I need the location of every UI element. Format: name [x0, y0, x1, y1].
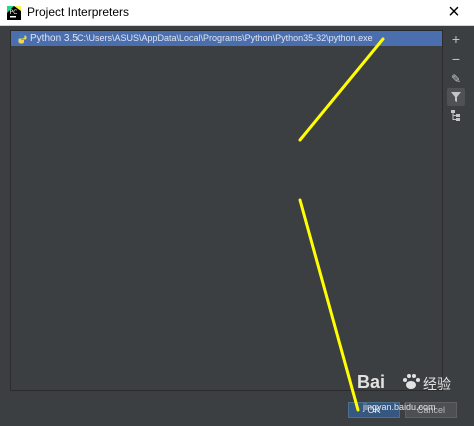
minus-icon: −	[451, 51, 461, 67]
interpreter-name: Python 3.5	[30, 33, 78, 44]
interpreter-list[interactable]: Python 3.5 C:\Users\ASUS\AppData\Local\P…	[10, 30, 443, 391]
edit-interpreter-button[interactable]: ✎	[447, 70, 465, 88]
interpreter-path: C:\Users\ASUS\AppData\Local\Programs\Pyt…	[77, 33, 373, 43]
close-button[interactable]: ×	[444, 2, 464, 22]
remove-interpreter-button[interactable]: −	[447, 50, 465, 68]
interpreter-toolbar: + − ✎	[446, 30, 466, 130]
title-bar: PC Project Interpreters ×	[0, 0, 474, 26]
close-icon: ×	[448, 1, 460, 23]
watermark-brand: Bai	[357, 372, 386, 392]
plus-icon: +	[451, 31, 461, 47]
python-icon	[16, 33, 27, 44]
filter-button[interactable]	[447, 88, 465, 106]
pencil-icon: ✎	[450, 72, 462, 86]
watermark-url: jingyan.baidu.com	[363, 402, 436, 412]
filter-icon	[451, 92, 461, 102]
tree-icon	[451, 110, 460, 121]
show-paths-button[interactable]	[447, 106, 465, 124]
paw-icon	[401, 372, 421, 397]
add-interpreter-button[interactable]: +	[447, 30, 465, 48]
svg-text:PC: PC	[10, 9, 18, 16]
watermark-cn: 经验	[423, 376, 451, 392]
window-title: Project Interpreters	[27, 5, 130, 19]
interpreter-list-item[interactable]: Python 3.5 C:\Users\ASUS\AppData\Local\P…	[11, 31, 442, 46]
baidu-watermark: Bai 经验 jingyan.baidu.com	[357, 372, 469, 416]
pycharm-app-icon: PC	[7, 6, 21, 20]
